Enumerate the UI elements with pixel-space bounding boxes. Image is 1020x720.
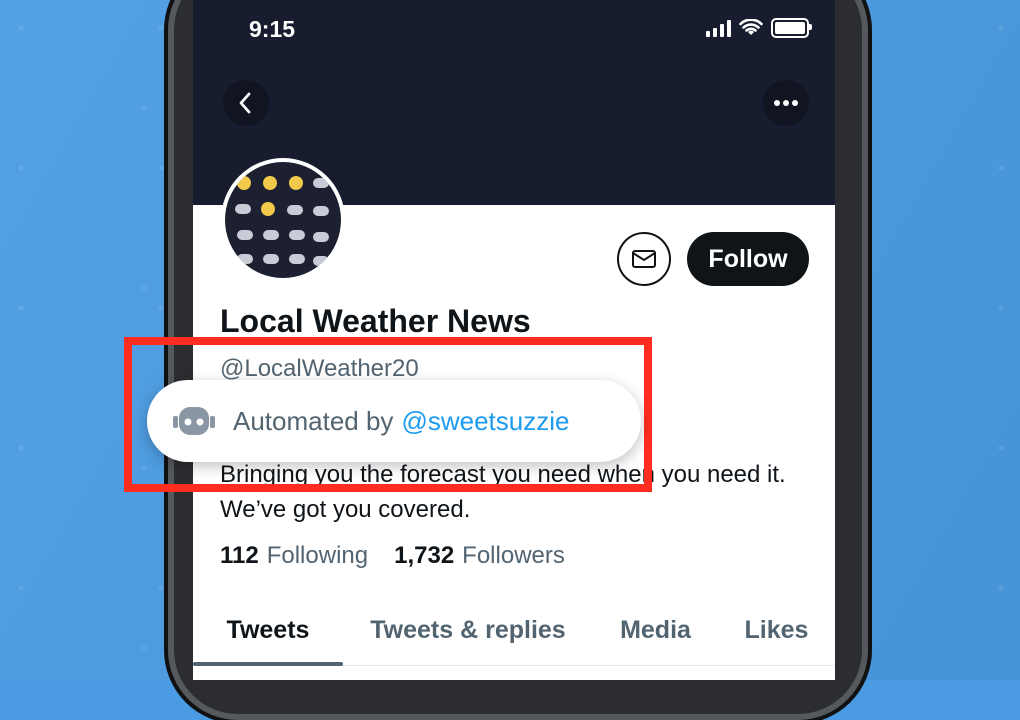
tab-tweets-and-replies[interactable]: Tweets & replies bbox=[343, 595, 593, 665]
automation-account-link[interactable]: @sweetsuzzie bbox=[401, 406, 569, 437]
profile-avatar[interactable] bbox=[221, 158, 345, 282]
chevron-left-icon bbox=[239, 92, 251, 114]
profile-name: Local Weather News bbox=[220, 303, 531, 339]
following-label: Following bbox=[266, 542, 369, 569]
following-count: 112 bbox=[220, 542, 259, 569]
followers-label: Followers bbox=[462, 542, 565, 569]
battery-icon bbox=[771, 18, 812, 38]
followers-stat[interactable]: 1,732 Followers bbox=[394, 542, 565, 570]
wifi-icon bbox=[739, 19, 763, 35]
tab-likes[interactable]: Likes bbox=[718, 595, 835, 665]
followers-count: 1,732 bbox=[394, 542, 455, 569]
tab-tweets[interactable]: Tweets bbox=[193, 595, 343, 666]
mail-icon bbox=[632, 250, 656, 268]
status-icons bbox=[706, 18, 812, 38]
weather-icons-avatar-image bbox=[225, 162, 341, 278]
profile-stats: 112 Following 1,732 Followers bbox=[220, 542, 565, 570]
more-horizontal-icon bbox=[774, 100, 798, 106]
automated-by-label: Automated by bbox=[233, 405, 394, 436]
cellular-signal-icon bbox=[706, 19, 731, 37]
follow-button[interactable]: Follow bbox=[687, 232, 809, 286]
status-time: 9:15 bbox=[249, 16, 296, 42]
profile-tabs: Tweets Tweets & replies Media Likes bbox=[193, 595, 835, 666]
more-options-button[interactable] bbox=[763, 80, 809, 126]
automated-label-badge: Automated by @sweetsuzzie bbox=[147, 380, 641, 462]
tab-media[interactable]: Media bbox=[593, 595, 718, 665]
back-button[interactable] bbox=[223, 80, 269, 126]
robot-icon bbox=[173, 403, 215, 439]
message-button[interactable] bbox=[617, 232, 671, 286]
following-stat[interactable]: 112 Following bbox=[220, 542, 368, 570]
status-bar: 9:15 bbox=[193, 14, 835, 48]
